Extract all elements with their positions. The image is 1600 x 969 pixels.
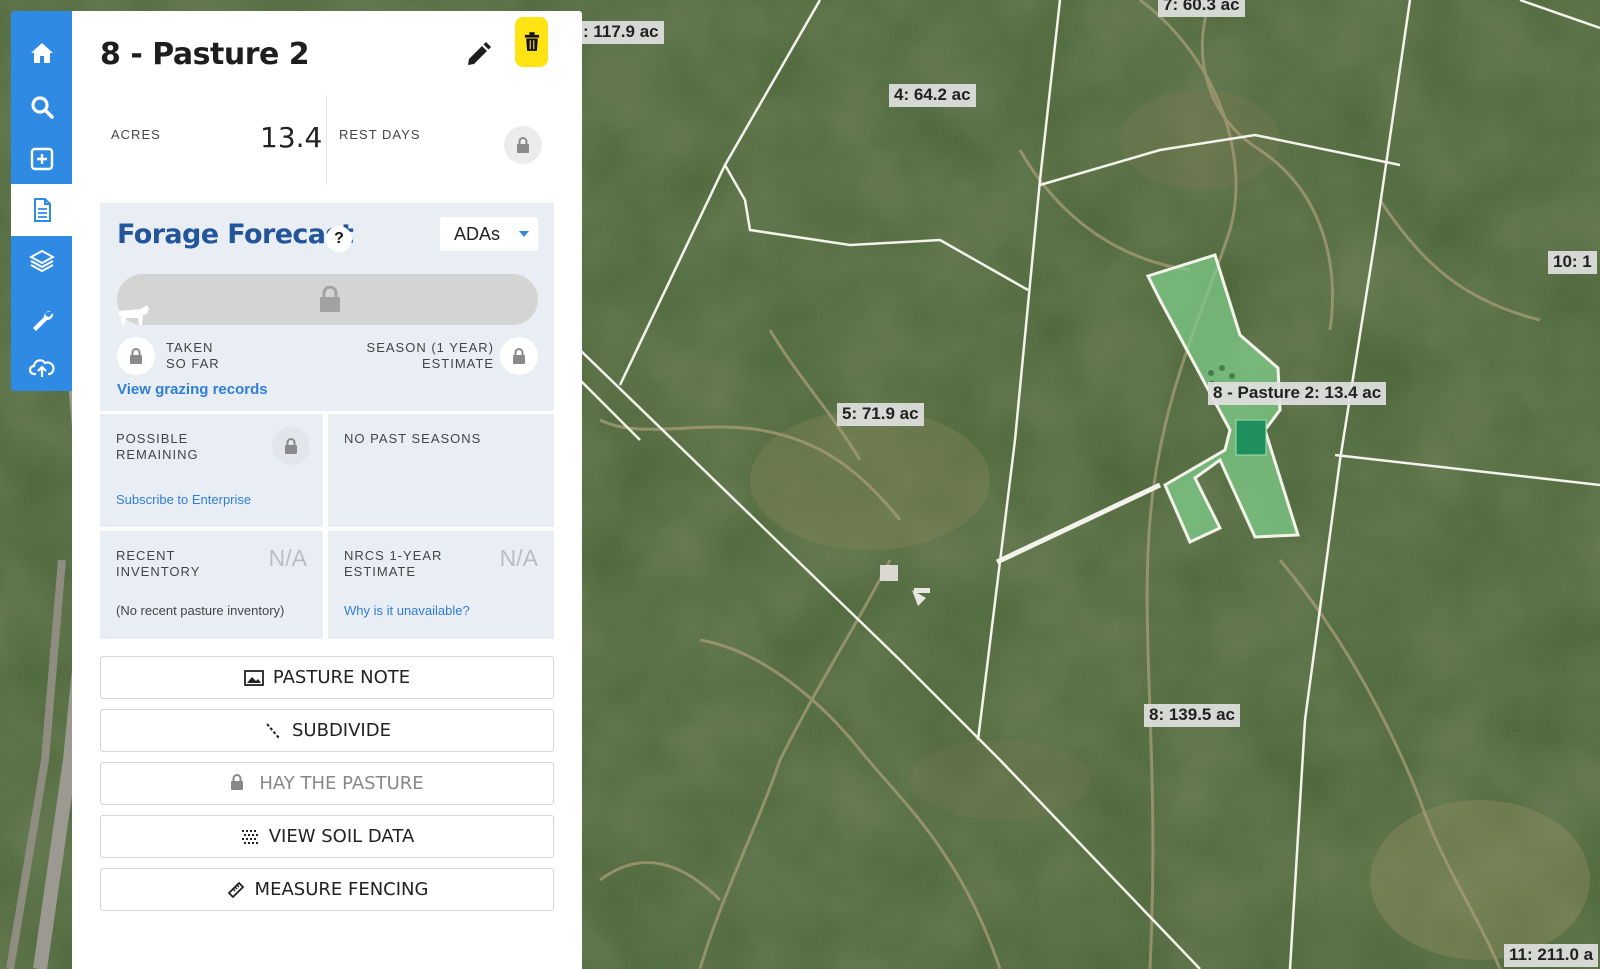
clearing	[750, 410, 990, 550]
possible-remaining-label: POSSIBLE REMAINING	[116, 431, 199, 463]
pasture-note-label: PASTURE NOTE	[272, 667, 411, 688]
pasture-note-button[interactable]: PASTURE NOTE	[100, 656, 554, 699]
view-grazing-records-link[interactable]: View grazing records	[117, 381, 268, 398]
taken-so-far-lock[interactable]	[117, 337, 155, 375]
no-past-seasons-label: NO PAST SEASONS	[344, 431, 482, 446]
subdivide-button[interactable]: SUBDIVIDE	[100, 709, 554, 752]
soil-grid-icon	[240, 827, 260, 847]
nrcs-estimate-cell: NRCS 1-YEAR ESTIMATE N/A Why is it unava…	[328, 531, 554, 639]
cow-icon	[119, 305, 149, 325]
nrcs-estimate-value: N/A	[499, 545, 538, 571]
rest-days-label: REST DAYS	[339, 127, 421, 142]
possible-label-line2: REMAINING	[116, 447, 199, 462]
possible-remaining-lock[interactable]	[272, 427, 310, 465]
season-estimate-label: SEASON (1 YEAR) ESTIMATE	[367, 340, 494, 372]
pencil-icon	[468, 42, 491, 65]
nrcs-label-line1: NRCS 1-YEAR	[344, 548, 443, 563]
nav-tools-button[interactable]	[11, 293, 72, 345]
taken-label-line1: TAKEN	[166, 340, 214, 355]
edit-button[interactable]	[464, 41, 492, 69]
acres-value: 13.4	[260, 121, 323, 154]
pasture-details-panel: 8 - Pasture 2 ACRES 13.4 REST DAYS Forag…	[72, 11, 582, 969]
layers-icon	[28, 249, 55, 273]
recent-inventory-label: RECENT INVENTORY	[116, 548, 200, 580]
add-square-icon	[30, 147, 53, 171]
past-seasons-cell: NO PAST SEASONS	[328, 414, 554, 527]
hay-the-pasture-label: HAY THE PASTURE	[259, 773, 424, 794]
map-label-pasture-117[interactable]: : 117.9 ac	[578, 21, 664, 44]
chevron-down-icon	[519, 231, 529, 237]
nrcs-label-line2: ESTIMATE	[344, 564, 417, 579]
measure-fencing-label: MEASURE FENCING	[254, 879, 429, 900]
lock-icon	[320, 286, 340, 312]
lock-icon	[285, 437, 297, 454]
lock-icon	[513, 347, 525, 364]
home-icon	[30, 43, 53, 63]
recent-inventory-cell: RECENT INVENTORY N/A (No recent pasture …	[100, 531, 323, 639]
forage-forecast-bar	[117, 274, 538, 325]
lock-icon	[517, 136, 529, 153]
trash-icon	[524, 32, 539, 51]
view-soil-data-label: VIEW SOIL DATA	[268, 826, 415, 847]
pond	[1235, 419, 1267, 456]
map-label-pasture-11[interactable]: 11: 211.0 a	[1504, 944, 1599, 967]
lock-icon	[230, 773, 250, 794]
nav-rail	[11, 11, 72, 391]
lock-icon	[130, 347, 142, 364]
inventory-label-line1: RECENT	[116, 548, 176, 563]
possible-remaining-cell: POSSIBLE REMAINING Subscribe to Enterpri…	[100, 414, 323, 527]
nav-sync-button[interactable]	[11, 341, 72, 393]
clearing	[910, 740, 1090, 820]
image-icon	[243, 668, 264, 688]
view-soil-data-button[interactable]: VIEW SOIL DATA	[100, 815, 554, 858]
taken-label-line2: SO FAR	[166, 356, 220, 371]
subdivide-label: SUBDIVIDE	[292, 720, 391, 741]
rest-days-lock[interactable]	[504, 126, 542, 164]
forage-forecast-title: Forage Forecast	[117, 219, 354, 250]
nav-home-button[interactable]	[11, 27, 72, 79]
recent-inventory-note: (No recent pasture inventory)	[116, 603, 285, 618]
inventory-label-line2: INVENTORY	[116, 564, 201, 579]
subscribe-enterprise-link[interactable]: Subscribe to Enterprise	[116, 492, 251, 507]
hay-the-pasture-button[interactable]: HAY THE PASTURE	[100, 762, 554, 805]
why-unavailable-link[interactable]: Why is it unavailable?	[344, 603, 470, 618]
ruler-icon	[226, 880, 246, 900]
forage-forecast-card: Forage Forecast ? ADAs TAKEN SO FAR SEAS…	[100, 203, 554, 411]
subdivide-icon	[263, 721, 283, 741]
map-label-pasture-10[interactable]: 10: 1	[1548, 251, 1597, 274]
map-label-pasture-4[interactable]: 4: 64.2 ac	[889, 84, 976, 107]
wrench-icon	[32, 310, 53, 331]
taken-so-far-label: TAKEN SO FAR	[166, 340, 220, 372]
forage-forecast-help-button[interactable]: ?	[326, 226, 352, 252]
season-estimate-lock[interactable]	[500, 337, 538, 375]
measure-fencing-button[interactable]: MEASURE FENCING	[100, 868, 554, 911]
clearing	[1370, 800, 1590, 960]
cloud-sync-icon	[28, 359, 55, 377]
nav-search-button[interactable]	[11, 81, 72, 133]
nav-add-button[interactable]	[11, 133, 72, 185]
delete-button[interactable]	[515, 17, 548, 67]
search-icon	[30, 96, 54, 119]
map-label-pasture-5[interactable]: 5: 71.9 ac	[837, 403, 924, 426]
map-label-selected-pasture[interactable]: 8 - Pasture 2: 13.4 ac	[1208, 382, 1387, 405]
nav-layers-button[interactable]	[11, 235, 72, 287]
recent-inventory-value: N/A	[268, 545, 307, 571]
season-label-line2: ESTIMATE	[421, 356, 494, 371]
document-icon	[33, 198, 51, 222]
forecast-units-select[interactable]: ADAs	[440, 217, 538, 251]
forecast-units-value: ADAs	[454, 223, 501, 244]
nav-details-button[interactable]	[11, 184, 72, 236]
map-label-pasture-7[interactable]: 7: 60.3 ac	[1158, 0, 1245, 17]
acres-label: ACRES	[111, 127, 161, 142]
page-title: 8 - Pasture 2	[100, 37, 310, 72]
stat-divider	[326, 95, 327, 185]
map-label-pasture-8[interactable]: 8: 139.5 ac	[1144, 704, 1241, 727]
clearing	[1120, 90, 1280, 190]
season-label-line1: SEASON (1 YEAR)	[366, 340, 494, 355]
nrcs-estimate-label: NRCS 1-YEAR ESTIMATE	[344, 548, 442, 580]
possible-label-line1: POSSIBLE	[116, 431, 189, 446]
